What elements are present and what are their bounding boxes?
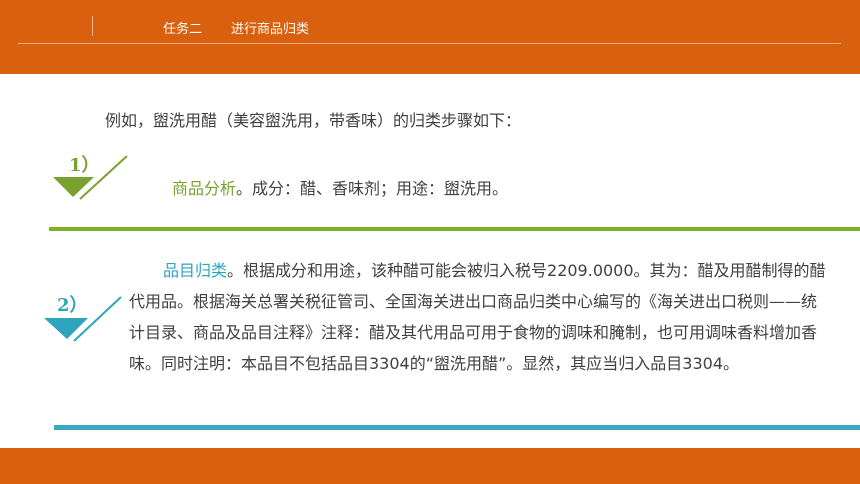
step-1-heading: 商品分析 [172, 179, 237, 198]
step-2-triangle-icon [44, 296, 122, 342]
section-label: 任务二 [163, 22, 203, 37]
step-2-body: 。根据成分和用途，该种醋可能会被归入税号2209.0000。其为：醋及用醋制得的… [129, 261, 826, 373]
blue-divider [54, 425, 860, 430]
footer-bar [0, 448, 860, 484]
step-1-text: 商品分析。成分：醋、香味剂；用途：盥洗用。 [172, 178, 508, 200]
header-divider [92, 16, 93, 36]
header-underline [18, 43, 841, 44]
step-2-marker: 2） [40, 280, 140, 345]
step-2-heading: 品目归类 [163, 261, 228, 280]
page-title: 进行商品归类 [231, 22, 310, 37]
step-2-text: 品目归类。根据成分和用途，该种醋可能会被归入税号2209.0000。其为：醋及用… [129, 255, 829, 379]
step-1-triangle-icon [53, 155, 128, 200]
green-divider [49, 227, 860, 231]
step-1-marker: 1） [50, 150, 140, 205]
intro-text: 例如，盥洗用醋（美容盥洗用，带香味）的归类步骤如下： [105, 111, 522, 130]
step-1-body: 。成分：醋、香味剂；用途：盥洗用。 [236, 179, 509, 198]
header-bar: 任务二 进行商品归类 [0, 0, 860, 74]
